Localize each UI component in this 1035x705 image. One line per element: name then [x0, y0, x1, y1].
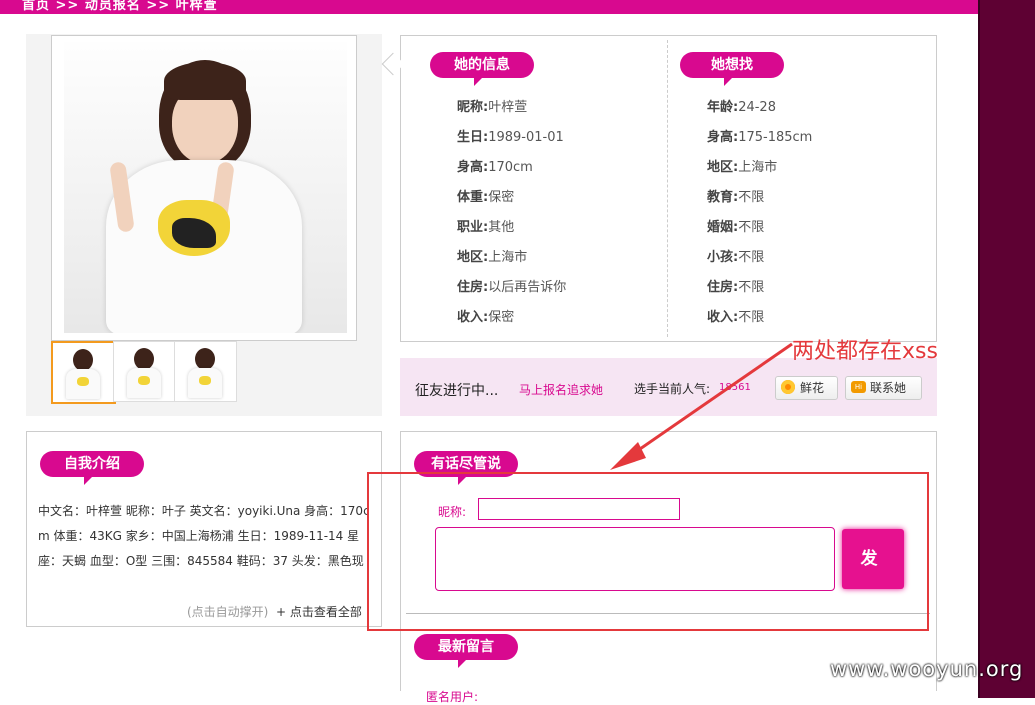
she-wants-row: 婚姻:不限	[707, 220, 765, 235]
thumbnail-2[interactable]	[113, 341, 176, 402]
her-info-row: 身高:170cm	[457, 160, 533, 175]
right-sidebar	[978, 0, 1035, 698]
contact-button[interactable]: Hi 联系她	[845, 376, 922, 400]
her-info-title: 她的信息	[430, 52, 534, 86]
main-photo[interactable]	[64, 42, 347, 333]
annotation-arrow	[610, 342, 793, 470]
thumbnail-1[interactable]	[51, 341, 116, 404]
annotation-text: 两处都存在xss	[792, 339, 938, 364]
expand-hint[interactable]: (点击自动撑开)	[187, 603, 268, 620]
her-info-row: 收入:保密	[457, 310, 515, 325]
view-all-link[interactable]: + 点击查看全部	[276, 603, 362, 620]
her-info-row: 生日:1989-01-01	[457, 130, 564, 145]
her-info-row: 住房:以后再告诉你	[457, 280, 567, 295]
her-info-row: 地区:上海市	[457, 250, 528, 265]
anon-user-label: 匿名用户:	[426, 690, 479, 704]
breadcrumb[interactable]: 首页 >> 动员报名 >> 叶梓萱	[22, 0, 218, 13]
contact-button-label: 联系她	[870, 381, 907, 395]
xss-highlight-box	[367, 472, 929, 631]
chat-icon: Hi	[851, 381, 866, 393]
her-info-row: 职业:其他	[457, 220, 515, 235]
her-info-row: 昵称:叶梓萱	[457, 100, 528, 115]
pursuit-status: 征友进行中...	[415, 383, 499, 399]
she-wants-title: 她想找	[680, 52, 784, 86]
she-wants-row: 住房:不限	[707, 280, 765, 295]
signup-link[interactable]: 马上报名追求她	[519, 381, 603, 398]
top-bar: 首页 >> 动员报名 >> 叶梓萱	[0, 0, 978, 14]
intro-text: 中文名：叶梓萱 昵称：叶子 英文名：yoyiki.Una 身高：170cm 体重…	[38, 504, 370, 568]
her-info-row: 体重:保密	[457, 190, 515, 205]
she-wants-row: 教育:不限	[707, 190, 765, 205]
she-wants-row: 收入:不限	[707, 310, 765, 325]
she-wants-row: 身高:175-185cm	[707, 130, 813, 145]
thumbnail-3[interactable]	[174, 341, 237, 402]
she-wants-row: 小孩:不限	[707, 250, 765, 265]
watermark: www.wooyun.org	[830, 657, 1024, 681]
intro-title: 自我介绍	[40, 451, 144, 485]
she-wants-row: 地区:上海市	[707, 160, 778, 175]
info-divider	[667, 40, 668, 337]
she-wants-row: 年龄:24-28	[707, 100, 776, 115]
latest-messages-title: 最新留言	[414, 634, 518, 668]
